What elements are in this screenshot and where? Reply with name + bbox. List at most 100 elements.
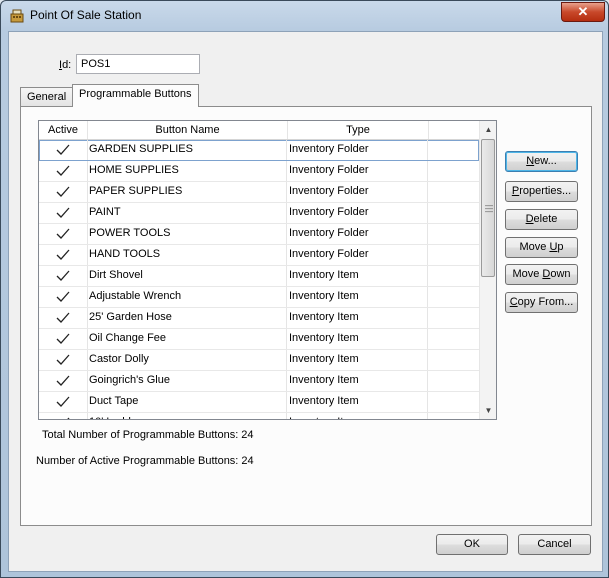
table-row[interactable]: 25' Garden Hose Inventory Item [39, 308, 479, 329]
dialog-window: Point Of Sale Station ✕ Id: POS1 General… [0, 0, 609, 578]
total-buttons-count: Total Number of Programmable Buttons: 24 [42, 429, 254, 441]
active-cell[interactable] [39, 350, 88, 370]
move-down-button[interactable]: Move Down [505, 264, 578, 285]
type-cell: Inventory Folder [288, 182, 428, 202]
button-name-cell: Adjustable Wrench [88, 287, 287, 307]
cancel-button[interactable]: Cancel [518, 534, 591, 555]
type-cell: Inventory Item [288, 308, 428, 328]
properties-button[interactable]: Properties... [505, 181, 578, 202]
button-name-cell: POWER TOOLS [88, 224, 287, 244]
checkmark-icon [56, 312, 70, 323]
active-cell[interactable] [39, 308, 88, 328]
table-row[interactable]: Goingrich's Glue Inventory Item [39, 371, 479, 392]
type-cell: Inventory Item [288, 350, 428, 370]
id-field[interactable]: POS1 [76, 54, 200, 74]
active-cell[interactable] [39, 140, 88, 160]
type-cell: Inventory Item [288, 329, 428, 349]
table-row[interactable]: Duct Tape Inventory Item [39, 392, 479, 413]
button-name-cell: GARDEN SUPPLIES [88, 140, 287, 160]
table-row[interactable]: PAPER SUPPLIES Inventory Folder [39, 182, 479, 203]
type-cell: Inventory Item [288, 392, 428, 412]
cash-register-icon [10, 9, 24, 23]
scroll-up-arrow-icon[interactable]: ▲ [480, 121, 496, 138]
scroll-down-arrow-icon[interactable]: ▼ [480, 402, 496, 419]
active-buttons-count: Number of Active Programmable Buttons: 2… [36, 455, 254, 467]
checkmark-icon [56, 186, 70, 197]
close-icon: ✕ [577, 4, 589, 19]
move-up-button[interactable]: Move Up [505, 237, 578, 258]
title-bar[interactable]: Point Of Sale Station ✕ [1, 1, 608, 31]
active-cell[interactable] [39, 329, 88, 349]
active-cell[interactable] [39, 182, 88, 202]
active-cell[interactable] [39, 287, 88, 307]
scrollbar-thumb[interactable]: — — — [481, 139, 495, 277]
checkmark-icon [56, 354, 70, 365]
list-rows: GARDEN SUPPLIES Inventory Folder HOME SUPP… [39, 140, 479, 419]
active-cell[interactable] [39, 413, 88, 419]
table-row[interactable]: HAND TOOLS Inventory Folder [39, 245, 479, 266]
active-cell[interactable] [39, 161, 88, 181]
table-row[interactable]: Oil Change Fee Inventory Item [39, 329, 479, 350]
checkmark-icon [56, 249, 70, 260]
active-cell[interactable] [39, 392, 88, 412]
table-row[interactable]: POWER TOOLS Inventory Folder [39, 224, 479, 245]
active-cell[interactable] [39, 371, 88, 391]
button-name-cell: Dirt Shovel [88, 266, 287, 286]
type-cell: Inventory Folder [288, 224, 428, 244]
table-row[interactable]: HOME SUPPLIES Inventory Folder [39, 161, 479, 182]
tab-general[interactable]: General [20, 87, 74, 106]
button-name-cell: Castor Dolly [88, 350, 287, 370]
close-button[interactable]: ✕ [561, 2, 605, 22]
button-name-cell: PAINT [88, 203, 287, 223]
table-row[interactable]: PAINT Inventory Folder [39, 203, 479, 224]
type-cell: Inventory Item [288, 287, 428, 307]
programmable-buttons-panel: Active Button Name Type GARDEN SUPPLIES I… [20, 106, 592, 526]
button-name-cell: Duct Tape [88, 392, 287, 412]
button-name-cell: 25' Garden Hose [88, 308, 287, 328]
table-row[interactable]: Dirt Shovel Inventory Item [39, 266, 479, 287]
type-cell: Inventory Folder [288, 203, 428, 223]
button-name-cell: HOME SUPPLIES [88, 161, 287, 181]
buttons-list[interactable]: Active Button Name Type GARDEN SUPPLIES I… [38, 120, 497, 420]
dialog-client: Id: POS1 General Programmable Buttons Ac… [8, 31, 603, 572]
checkmark-icon [56, 207, 70, 218]
checkmark-icon [56, 228, 70, 239]
grip-icon: — — — [485, 201, 493, 216]
delete-button[interactable]: Delete [505, 209, 578, 230]
active-cell[interactable] [39, 203, 88, 223]
vertical-scrollbar[interactable]: ▲ — — — ▼ [479, 121, 496, 419]
copy-from-button[interactable]: Copy From... [505, 292, 578, 313]
table-row[interactable]: Adjustable Wrench Inventory Item [39, 287, 479, 308]
active-cell[interactable] [39, 266, 88, 286]
button-name-cell: Oil Change Fee [88, 329, 287, 349]
checkmark-icon [56, 144, 70, 155]
type-cell: Inventory Item [288, 266, 428, 286]
type-cell: Inventory Folder [288, 140, 428, 160]
active-cell[interactable] [39, 224, 88, 244]
button-name-cell: 10' Ladder [88, 413, 287, 419]
checkmark-icon [56, 165, 70, 176]
tab-programmable-buttons[interactable]: Programmable Buttons [72, 84, 199, 107]
list-header: Active Button Name Type [39, 121, 479, 140]
column-header-active[interactable]: Active [39, 121, 88, 139]
checkmark-icon [56, 396, 70, 407]
button-name-cell: HAND TOOLS [88, 245, 287, 265]
active-cell[interactable] [39, 245, 88, 265]
ok-button[interactable]: OK [436, 534, 508, 555]
id-label: Id: [59, 59, 72, 71]
column-header-type[interactable]: Type [288, 121, 429, 139]
table-row[interactable]: GARDEN SUPPLIES Inventory Folder [39, 140, 479, 161]
type-cell: Inventory Item [288, 371, 428, 391]
checkmark-icon [56, 333, 70, 344]
checkmark-icon [56, 291, 70, 302]
checkmark-icon [56, 375, 70, 386]
table-row[interactable]: Castor Dolly Inventory Item [39, 350, 479, 371]
new-button[interactable]: New... [505, 151, 578, 172]
type-cell: Inventory Item [288, 413, 428, 419]
table-row[interactable]: 10' LadderInventory Item [39, 413, 479, 419]
button-name-cell: PAPER SUPPLIES [88, 182, 287, 202]
checkmark-icon [56, 270, 70, 281]
button-name-cell: Goingrich's Glue [88, 371, 287, 391]
type-cell: Inventory Folder [288, 245, 428, 265]
column-header-button-name[interactable]: Button Name [88, 121, 288, 139]
